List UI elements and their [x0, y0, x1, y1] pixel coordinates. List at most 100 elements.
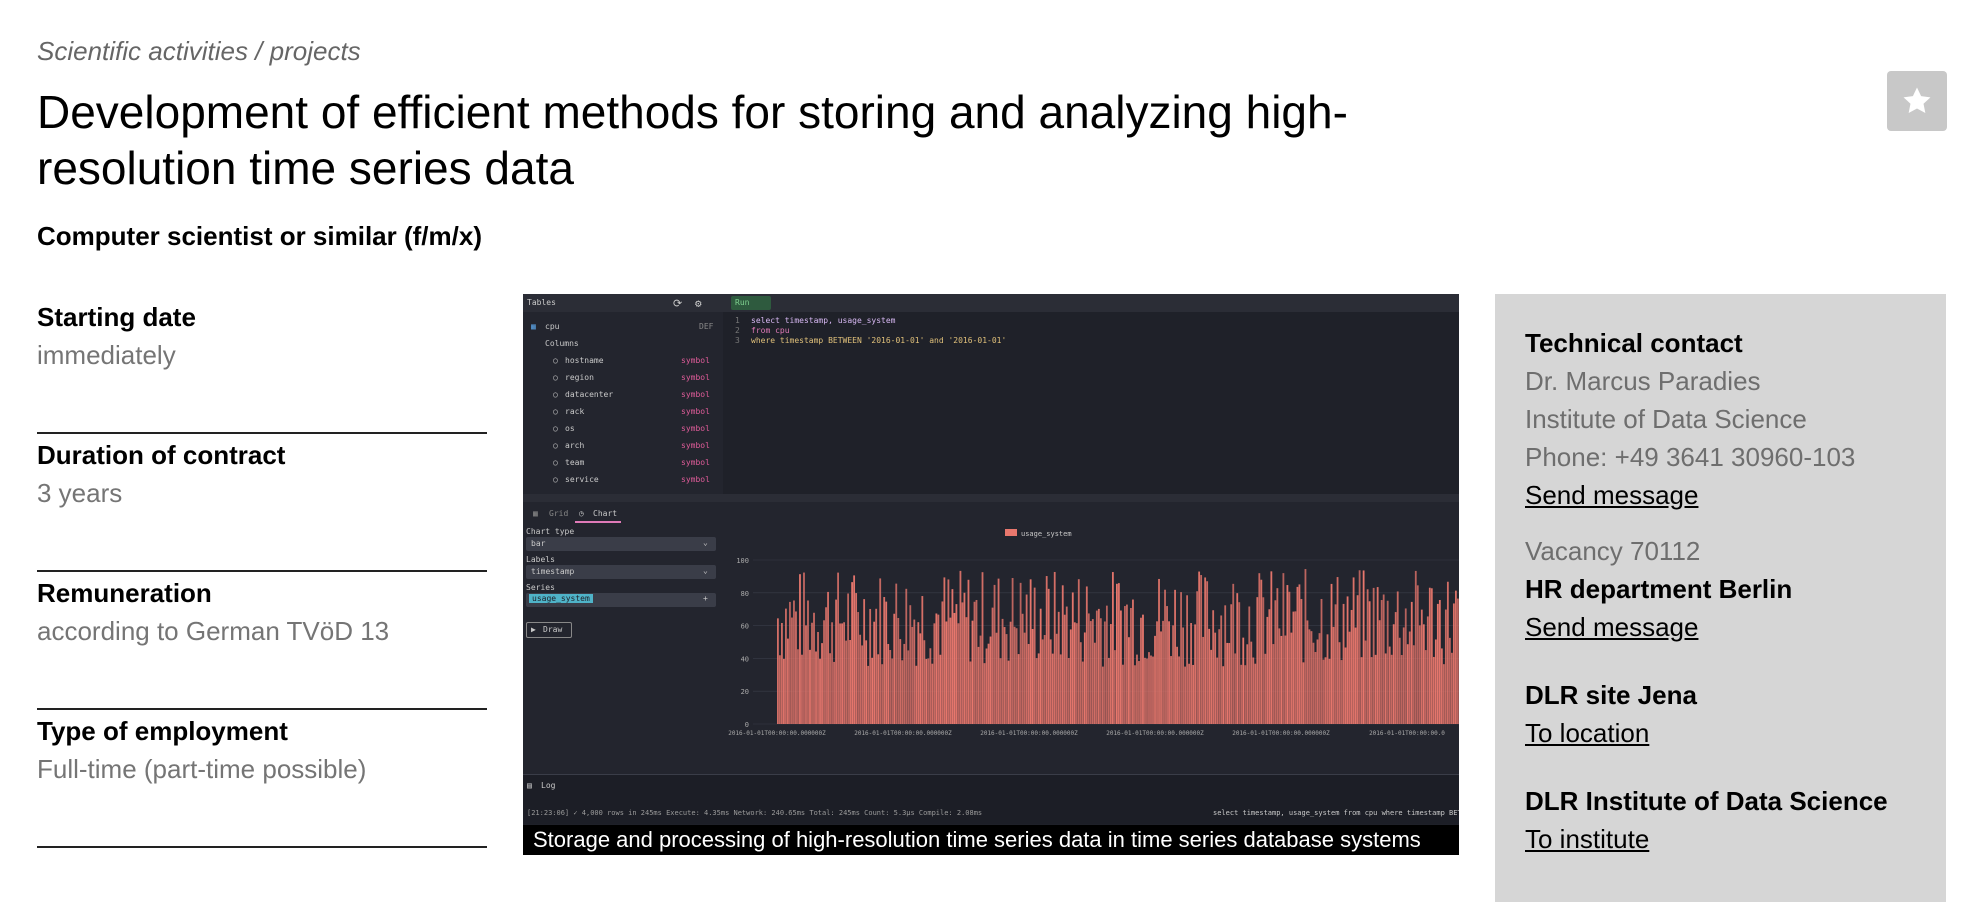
- chart-bar: [789, 601, 791, 724]
- column-type: symbol: [681, 390, 710, 399]
- chart-bar: [989, 636, 992, 724]
- chart-bar: [1051, 653, 1054, 724]
- chart-bar: [825, 607, 827, 724]
- chart-bar: [1071, 592, 1074, 724]
- chart-bar: [851, 582, 854, 724]
- chart-bar: [1208, 628, 1211, 724]
- chart-bar: [1099, 618, 1102, 724]
- chart-bar: [1162, 620, 1164, 724]
- chart-bar: [1306, 620, 1309, 724]
- chart-bar: [1158, 578, 1160, 724]
- chart-bar: [1007, 660, 1010, 724]
- chart-bar: [1122, 664, 1124, 724]
- chart-bar: [1438, 599, 1441, 724]
- table-icon: ▦: [531, 322, 536, 331]
- chart-bar: [787, 638, 789, 724]
- chart-bar: [1414, 570, 1417, 724]
- column-icon: ○: [553, 458, 558, 467]
- chart-bar: [1101, 666, 1104, 724]
- draw-label: Draw: [543, 625, 563, 634]
- chart-bar: [1035, 658, 1038, 724]
- chart-bar: [1003, 627, 1006, 724]
- chart-bar: [1210, 649, 1213, 724]
- institute-label: DLR Institute of Data Science: [1525, 786, 1888, 816]
- chart-bar: [857, 612, 860, 724]
- chart-bar: [1154, 635, 1156, 724]
- chart-bar: [799, 574, 801, 724]
- log-label: Log: [541, 781, 556, 790]
- column-icon: ○: [553, 373, 558, 382]
- chart-bar: [1286, 585, 1289, 724]
- chart-bar: [941, 601, 944, 724]
- site-label: DLR site Jena: [1525, 680, 1697, 710]
- fact-value: Full-time (part-time possible): [37, 754, 367, 784]
- fact-duration: Duration of contract 3 years: [37, 434, 487, 572]
- chart-bar: [949, 617, 952, 724]
- chart-bar: [1089, 621, 1092, 724]
- chart-bar: [1402, 627, 1405, 724]
- chart-bar: [1166, 606, 1168, 724]
- to-location-link[interactable]: To location: [1525, 714, 1649, 752]
- chart-bar: [1091, 619, 1094, 724]
- chart-bar: [1320, 598, 1323, 724]
- chart-bar: [805, 625, 807, 724]
- chart-bar: [1152, 656, 1154, 724]
- chart-bar: [929, 648, 932, 724]
- chart-bar: [965, 617, 968, 724]
- chart-bar: [839, 623, 841, 724]
- hr-send-message-link[interactable]: Send message: [1525, 608, 1698, 646]
- chart-bar: [1170, 656, 1172, 724]
- fact-value: 3 years: [37, 478, 123, 508]
- chart-bar: [971, 620, 974, 724]
- chart-type-label: Chart type: [526, 527, 575, 536]
- chart-bar: [919, 633, 922, 724]
- chart-bar: [1134, 665, 1136, 724]
- chart-bar: [1270, 571, 1273, 724]
- chart-bar: [1164, 589, 1166, 724]
- x-tick-label: 2016-01-01T00:00:00.000000Z: [1232, 730, 1330, 737]
- to-institute-link[interactable]: To institute: [1525, 820, 1649, 858]
- chart-bar: [909, 605, 912, 724]
- chart-bar: [1356, 595, 1359, 724]
- chart-bar: [779, 655, 781, 724]
- chart-bar: [1440, 648, 1443, 724]
- chart-bar: [1041, 639, 1044, 724]
- chart-bar: [1446, 581, 1449, 724]
- chart-bar: [1452, 603, 1455, 724]
- chart-bar: [833, 661, 835, 724]
- chart-bar: [1308, 629, 1311, 724]
- chart-bar: [945, 621, 948, 724]
- chart-bar: [1406, 644, 1409, 724]
- labels-value: timestamp: [531, 567, 575, 576]
- chart-bar: [1065, 606, 1068, 724]
- chart-bar: [1442, 664, 1445, 724]
- chart-bar: [1087, 613, 1090, 724]
- y-tick-label: 20: [741, 688, 749, 696]
- favorite-button[interactable]: [1887, 71, 1947, 131]
- chart-bar: [913, 619, 916, 724]
- chart-bar: [1418, 625, 1421, 724]
- chart-bar: [791, 617, 793, 724]
- chart-bar: [1260, 579, 1263, 724]
- chart-bar: [1398, 637, 1401, 724]
- chart-bar: [1150, 655, 1152, 724]
- send-message-link[interactable]: Send message: [1525, 476, 1698, 514]
- chart-bar: [1294, 611, 1297, 724]
- chart-bar: [1168, 621, 1170, 724]
- chart-bar: [783, 658, 785, 724]
- chart-bar: [1188, 663, 1191, 724]
- chart-bar: [1454, 590, 1457, 724]
- table-name: cpu: [545, 322, 560, 331]
- chart-bar: [1220, 615, 1223, 724]
- chart-bar: [999, 658, 1002, 724]
- chart-bar: [1232, 583, 1235, 724]
- chart-bar: [1015, 628, 1018, 724]
- log-icon: ▤: [527, 781, 532, 790]
- chart-bar: [911, 626, 914, 724]
- chart-bar: [1128, 637, 1130, 724]
- chevron-down-icon: ⌄: [703, 538, 708, 547]
- editor-toolbar: Run: [723, 294, 1459, 312]
- chart-bar: [823, 620, 825, 724]
- chart-bar: [979, 635, 982, 724]
- chart-bar: [855, 593, 858, 724]
